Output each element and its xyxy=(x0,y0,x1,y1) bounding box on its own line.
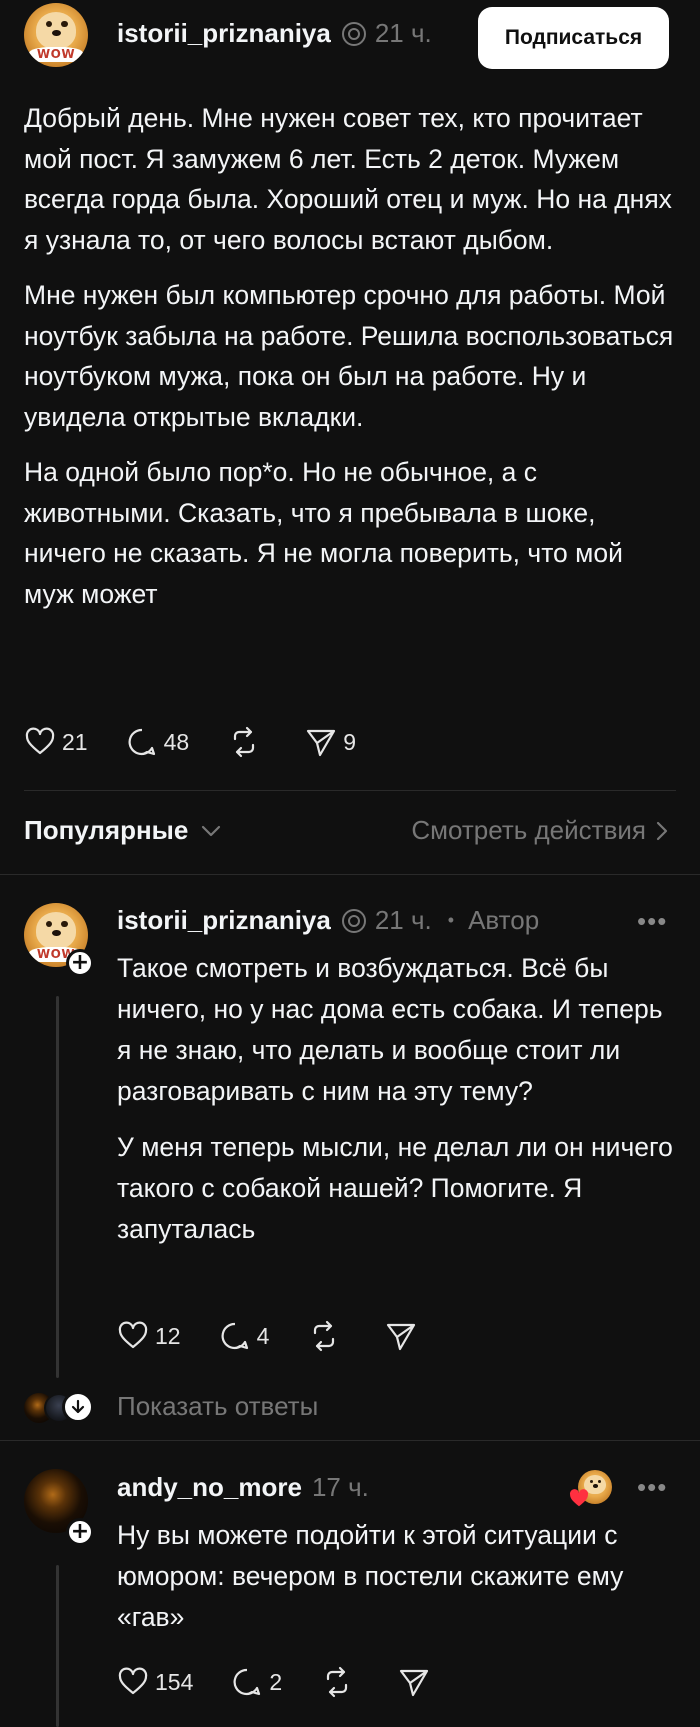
post-paragraph: Мне нужен был компьютер срочно для работ… xyxy=(24,280,674,432)
show-replies-chevron-icon[interactable] xyxy=(62,1391,94,1423)
reply-paragraph: Такое смотреть и возбуждаться. Всё бы ни… xyxy=(117,953,663,1106)
view-activity-label: Смотреть действия xyxy=(411,815,646,845)
post-paragraph: На одной было пор*о. Но не обычное, а с … xyxy=(24,457,623,609)
comment-button[interactable]: 4 xyxy=(219,1320,270,1352)
comment-count: 4 xyxy=(256,1322,270,1349)
post-author-avatar[interactable]: WOW xyxy=(24,3,88,67)
view-activity-link[interactable]: Смотреть действия xyxy=(411,815,672,846)
like-count: 154 xyxy=(155,1668,194,1695)
liked-heart-icon xyxy=(569,1489,589,1507)
follow-plus-icon[interactable]: + xyxy=(66,1518,94,1546)
heart-icon xyxy=(118,1667,148,1695)
comment-button[interactable]: 48 xyxy=(126,726,190,758)
post-time: 21 ч. xyxy=(374,18,432,48)
divider xyxy=(0,874,700,875)
heart-icon xyxy=(25,727,55,755)
heart-icon xyxy=(118,1321,148,1349)
comment-count: 48 xyxy=(163,728,190,755)
repost-button[interactable] xyxy=(307,1320,347,1352)
share-count: 9 xyxy=(343,728,356,755)
reply-actions: 154 2 xyxy=(117,1666,474,1698)
post-author-username[interactable]: istorii_priznaniya xyxy=(117,18,331,49)
share-button[interactable] xyxy=(385,1320,423,1352)
reply-author-username[interactable]: andy_no_more xyxy=(117,1472,302,1503)
repost-icon xyxy=(234,726,255,758)
comment-button[interactable]: 2 xyxy=(231,1666,282,1698)
repost-icon xyxy=(314,1320,335,1352)
reply-actions: 12 4 xyxy=(117,1320,461,1352)
sort-dropdown[interactable]: Популярные xyxy=(24,815,224,846)
show-replies-link[interactable]: Показать ответы xyxy=(117,1391,318,1422)
reply-time: 21 ч. xyxy=(374,905,432,935)
share-button[interactable] xyxy=(398,1666,436,1698)
send-icon xyxy=(400,1669,429,1697)
chevron-down-icon xyxy=(202,825,221,836)
like-button[interactable]: 12 xyxy=(117,1320,181,1352)
send-icon xyxy=(387,1323,416,1351)
like-button[interactable]: 154 xyxy=(117,1666,193,1698)
like-button[interactable]: 21 xyxy=(24,726,88,758)
comment-icon xyxy=(233,1668,261,1696)
reply-body: Такое смотреть и возбуждаться. Всё бы ни… xyxy=(117,948,677,1265)
share-button[interactable]: 9 xyxy=(305,726,356,758)
comment-icon xyxy=(221,1322,248,1350)
reply-author-username[interactable]: istorii_priznaniya xyxy=(117,905,331,936)
thread-line xyxy=(56,1565,59,1727)
reply-paragraph: Ну вы можете подойти к этой ситуации с ю… xyxy=(117,1520,624,1632)
like-count: 21 xyxy=(62,728,88,755)
comment-icon xyxy=(128,728,155,756)
author-tag: Автор xyxy=(468,905,540,935)
like-count: 12 xyxy=(155,1322,181,1349)
post-body: Добрый день. Мне нужен совет тех, кто пр… xyxy=(24,98,674,629)
repost-button[interactable] xyxy=(320,1666,360,1698)
post-paragraph: Добрый день. Мне нужен совет тех, кто пр… xyxy=(24,103,672,255)
more-options-icon[interactable]: ••• xyxy=(637,1472,667,1503)
separator-dot: • xyxy=(447,910,455,930)
sort-label: Популярные xyxy=(24,815,189,845)
repost-button[interactable] xyxy=(227,726,267,758)
divider xyxy=(0,1440,700,1441)
post-actions: 21 48 9 xyxy=(24,726,394,758)
reply-paragraph: У меня теперь мысли, не делал ли он ниче… xyxy=(117,1132,673,1244)
follow-button[interactable]: Подписаться xyxy=(478,7,669,69)
repost-badge-icon xyxy=(341,908,366,933)
repost-icon xyxy=(327,1666,348,1698)
chevron-right-icon xyxy=(656,821,668,840)
avatar-wow-text: WOW xyxy=(29,46,83,62)
thread-line xyxy=(56,996,59,1378)
repost-badge-icon xyxy=(341,21,366,46)
send-icon xyxy=(307,729,336,757)
comment-count: 2 xyxy=(269,1668,283,1695)
follow-plus-icon[interactable]: + xyxy=(66,949,94,977)
reply-time: 17 ч. xyxy=(311,1472,369,1502)
reply-body: Ну вы можете подойти к этой ситуации с ю… xyxy=(117,1515,677,1653)
more-options-icon[interactable]: ••• xyxy=(637,906,667,937)
divider xyxy=(24,790,676,791)
